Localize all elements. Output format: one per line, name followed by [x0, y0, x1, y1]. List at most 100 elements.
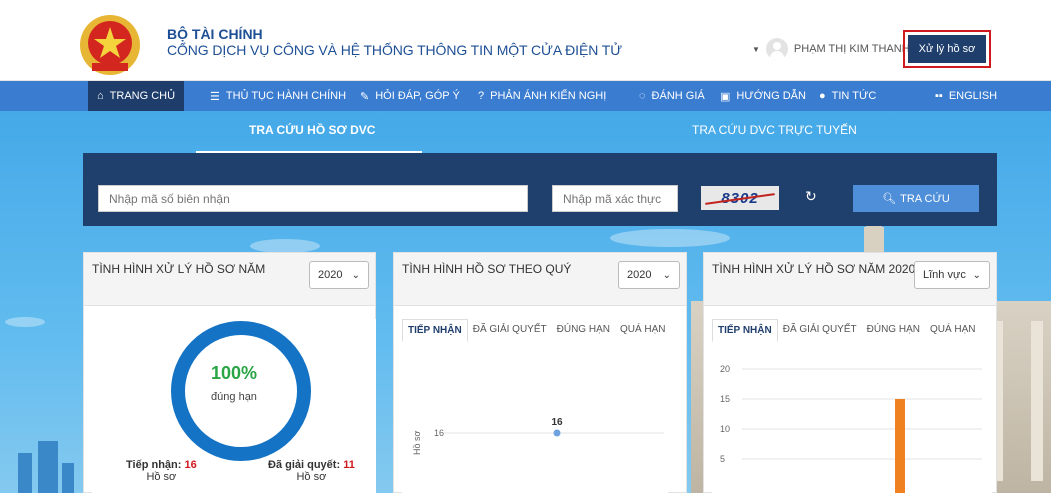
- data-label: 16: [551, 417, 563, 428]
- year-value: 2020: [627, 269, 652, 281]
- nav-label: PHẢN ÁNH KIẾN NGHỊ: [490, 90, 607, 102]
- subtab-resolved[interactable]: ĐÃ GIẢI QUYẾT: [778, 319, 862, 342]
- book-icon: ▣: [720, 90, 731, 103]
- chart-subtabs: TIẾP NHẬN ĐÃ GIẢI QUYẾT ĐÚNG HẠN QUÁ HẠN: [712, 319, 981, 342]
- wrench-icon: ✎: [360, 90, 370, 103]
- y-tick-label: 5: [720, 454, 725, 464]
- location-icon: ●: [819, 90, 826, 102]
- year-select[interactable]: 2020 ⌄: [309, 261, 369, 289]
- quarterly-chart: Hồ sơ 16 16: [402, 361, 668, 493]
- bar[interactable]: [895, 399, 905, 493]
- process-button-highlight: Xử lý hồ sơ: [903, 30, 991, 68]
- nav-item-qa[interactable]: ✎ HỎI ĐÁP, GÓP Ý: [351, 81, 469, 111]
- org-name: BỘ TÀI CHÍNH: [167, 26, 263, 42]
- nav-label: HƯỚNG DẪN: [736, 90, 806, 102]
- card-header: TÌNH HÌNH XỬ LÝ HỒ SƠ NĂM 2020 ⌄: [84, 253, 375, 306]
- user-menu[interactable]: ▼ PHẠM THỊ KIM THANH: [752, 38, 910, 60]
- cloud-decoration: [250, 239, 320, 253]
- resolved-stat: Đã giải quyết: 11 Hồ sơ: [268, 459, 355, 483]
- resolved-unit: Hồ sơ: [296, 471, 327, 483]
- nav-label: ĐÁNH GIÁ: [651, 90, 705, 102]
- tab-lookup-online[interactable]: TRA CỨU DVC TRỰC TUYẾN: [692, 123, 857, 137]
- nav-label: TIN TỨC: [831, 90, 877, 102]
- captcha-image: 8302: [701, 186, 779, 210]
- field-value: Lĩnh vực: [923, 269, 966, 281]
- field-chart-svg: 5 10 15 20: [720, 364, 982, 493]
- received-value: 16: [184, 459, 197, 471]
- subtab-received[interactable]: TIẾP NHẬN: [712, 319, 778, 342]
- year-value: 2020: [318, 269, 343, 281]
- flag-icon: ▪▪: [935, 90, 943, 102]
- home-icon: ⌂: [97, 90, 104, 102]
- search-button-label: TRA CỨU: [900, 192, 950, 205]
- chart-subtabs: TIẾP NHẬN ĐÃ GIẢI QUYẾT ĐÚNG HẠN QUÁ HẠN: [402, 319, 671, 342]
- resolved-value: 11: [343, 459, 355, 471]
- nav-item-feedback[interactable]: ? PHẢN ÁNH KIẾN NGHỊ: [469, 81, 615, 111]
- main-nav: ⌂ TRANG CHỦ ☰ THỦ TỤC HÀNH CHÍNH ✎ HỎI Đ…: [0, 81, 1051, 111]
- received-label: Tiếp nhận:: [126, 459, 182, 471]
- subtab-overdue[interactable]: QUÁ HẠN: [615, 319, 671, 342]
- nav-label: TRANG CHỦ: [109, 90, 176, 102]
- received-unit: Hồ sơ: [146, 471, 177, 483]
- y-axis-label: Hồ sơ: [412, 430, 422, 455]
- org-subtitle: CỔNG DỊCH VỤ CÔNG VÀ HỆ THỐNG THÔNG TIN …: [167, 42, 623, 58]
- city-illustration: [0, 423, 80, 493]
- card-yearly-field: TÌNH HÌNH XỬ LÝ HỒ SƠ NĂM 2020 Lĩnh vực …: [703, 252, 997, 493]
- receipt-number-input[interactable]: [98, 185, 528, 212]
- field-select[interactable]: Lĩnh vực ⌄: [914, 261, 990, 289]
- header: BỘ TÀI CHÍNH CỔNG DỊCH VỤ CÔNG VÀ HỆ THỐ…: [0, 0, 1051, 81]
- card-title: TÌNH HÌNH XỬ LÝ HỒ SƠ NĂM 2020: [712, 262, 916, 276]
- search-icon: 🔍︎: [882, 193, 897, 205]
- refresh-icon[interactable]: ↻: [805, 188, 817, 205]
- subtab-received[interactable]: TIẾP NHẬN: [402, 319, 468, 342]
- caret-down-icon[interactable]: ▼: [752, 45, 760, 54]
- subtab-on-time[interactable]: ĐÚNG HẠN: [552, 319, 615, 342]
- nav-item-home[interactable]: ⌂ TRANG CHỦ: [88, 81, 185, 111]
- avatar[interactable]: [765, 38, 788, 60]
- nav-item-rating[interactable]: ◌ ĐÁNH GIÁ: [630, 81, 714, 111]
- question-icon: ?: [478, 90, 485, 102]
- nav-item-procedures[interactable]: ☰ THỦ TỤC HÀNH CHÍNH: [201, 81, 355, 111]
- card-title: TÌNH HÌNH XỬ LÝ HỒ SƠ NĂM: [92, 262, 266, 276]
- card-header: TÌNH HÌNH XỬ LÝ HỒ SƠ NĂM 2020 Lĩnh vực …: [704, 253, 996, 306]
- search-button[interactable]: 🔍︎ TRA CỨU: [853, 185, 979, 212]
- nav-item-news[interactable]: ● TIN TỨC: [810, 81, 885, 111]
- on-time-percent: 100%: [210, 363, 258, 383]
- y-tick-label: 16: [434, 428, 444, 438]
- nav-label: THỦ TỤC HÀNH CHÍNH: [225, 90, 347, 102]
- cloud-decoration: [5, 317, 45, 327]
- chevron-down-icon: ⌄: [972, 269, 981, 281]
- process-dossier-button[interactable]: Xử lý hồ sơ: [908, 35, 986, 63]
- resolved-label: Đã giải quyết:: [268, 459, 341, 471]
- y-tick-label: 10: [720, 424, 730, 434]
- donut-panel: 100% đúng hạn Tiếp nhận: 16 Hồ sơ Đã giả…: [92, 319, 376, 493]
- field-chart: 5 10 15 20: [712, 361, 992, 493]
- tab-lookup-dvc[interactable]: TRA CỨU HỒ SƠ DVC: [249, 123, 375, 137]
- national-emblem-icon[interactable]: [78, 13, 142, 77]
- y-tick-label: 20: [720, 364, 730, 374]
- chat-icon: ◌: [639, 90, 646, 102]
- year-select[interactable]: 2020 ⌄: [618, 261, 680, 289]
- nav-item-guide[interactable]: ▣ HƯỚNG DẪN: [711, 81, 815, 111]
- card-title: TÌNH HÌNH HỒ SƠ THEO QUÝ: [402, 262, 572, 276]
- user-name[interactable]: PHẠM THỊ KIM THANH: [794, 43, 910, 55]
- received-stat: Tiếp nhận: 16 Hồ sơ: [126, 459, 197, 483]
- subtab-on-time[interactable]: ĐÚNG HẠN: [862, 319, 925, 342]
- list-icon: ☰: [210, 90, 220, 103]
- card-header: TÌNH HÌNH HỒ SƠ THEO QUÝ 2020 ⌄: [394, 253, 686, 306]
- nav-item-english[interactable]: ▪▪ ENGLISH: [926, 81, 1006, 111]
- quarterly-chart-svg: Hồ sơ 16 16: [412, 417, 664, 455]
- nav-label: ENGLISH: [948, 90, 998, 102]
- data-point[interactable]: [553, 429, 561, 437]
- chevron-down-icon: ⌄: [351, 269, 360, 281]
- nav-label: HỎI ĐÁP, GÓP Ý: [375, 90, 460, 102]
- y-tick-label: 15: [720, 394, 730, 404]
- cloud-decoration: [610, 229, 730, 247]
- captcha-input[interactable]: [552, 185, 678, 212]
- subtab-overdue[interactable]: QUÁ HẠN: [925, 319, 981, 342]
- on-time-label: đúng hạn: [211, 391, 257, 403]
- card-yearly-status: TÌNH HÌNH XỬ LÝ HỒ SƠ NĂM 2020 ⌄ 100% đú…: [83, 252, 376, 493]
- subtab-resolved[interactable]: ĐÃ GIẢI QUYẾT: [468, 319, 552, 342]
- chevron-down-icon: ⌄: [662, 269, 671, 281]
- card-quarterly: TÌNH HÌNH HỒ SƠ THEO QUÝ 2020 ⌄ TIẾP NHẬ…: [393, 252, 687, 493]
